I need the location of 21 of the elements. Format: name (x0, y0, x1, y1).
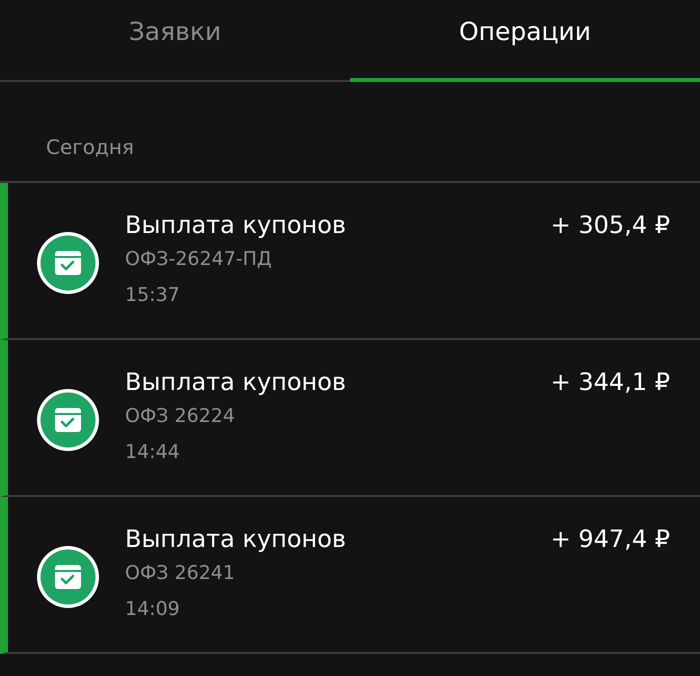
operation-amount: + 305,4 ₽ (550, 210, 670, 241)
operation-time: 15:37 (125, 283, 181, 308)
operation-title: Выплата купонов (125, 524, 346, 555)
security-name: ОФЗ-26247-ПД (125, 247, 273, 272)
operation-title: Выплата купонов (125, 367, 346, 398)
security-name: ОФЗ 26224 (125, 404, 236, 429)
tab[interactable]: Заявки (0, 0, 350, 82)
operation-row[interactable]: Выплата купонов ОФЗ 26241 14:09 + 947,4 ₽ (0, 497, 700, 654)
operation-row[interactable]: Выплата купонов ОФЗ 26224 14:44 + 344,1 ₽ (0, 340, 700, 497)
security-name: ОФЗ 26241 (125, 561, 236, 586)
tab[interactable]: Операции (350, 0, 700, 82)
operation-title: Выплата купонов (125, 210, 346, 241)
section-header: Сегодня (0, 82, 700, 183)
operation-time: 14:44 (125, 440, 181, 465)
operation-row[interactable]: Выплата купонов ОФЗ-26247-ПД 15:37 + 305,4 ₽ (0, 183, 700, 340)
operation-time: 14:09 (125, 597, 181, 622)
operation-amount: + 947,4 ₽ (550, 524, 670, 555)
operation-amount: + 344,1 ₽ (550, 367, 670, 398)
wallet-check-icon (36, 388, 100, 452)
wallet-check-icon (36, 231, 100, 295)
wallet-check-icon (36, 545, 100, 609)
